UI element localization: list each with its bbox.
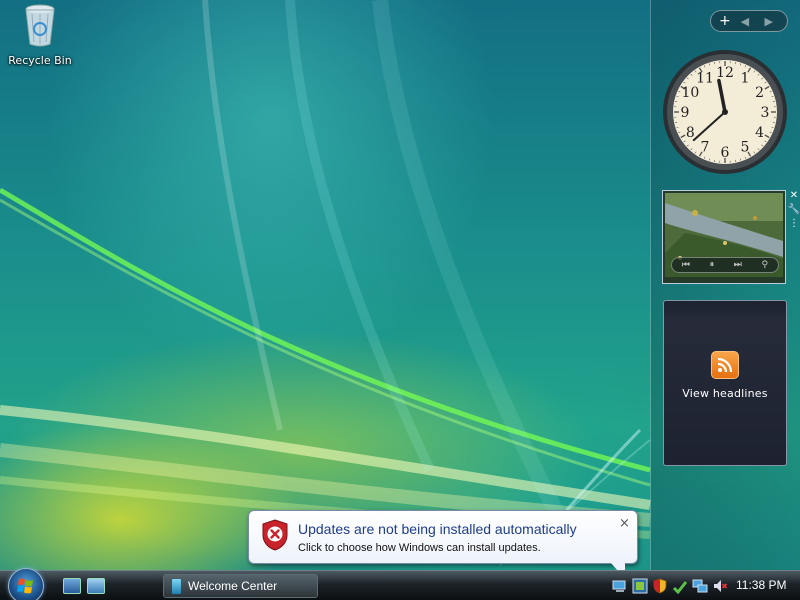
gadget-nav-arrows[interactable]: ◀ ▶ <box>741 15 779 28</box>
clock-hour-label: 5 <box>741 140 750 156</box>
clock-hour-label: 12 <box>716 65 734 81</box>
feed-headlines-gadget[interactable]: View headlines <box>663 300 787 466</box>
clock-hour-label: 8 <box>686 125 695 141</box>
windows-logo-icon <box>17 578 33 594</box>
security-alert-icon[interactable] <box>652 578 668 594</box>
computer-icon[interactable] <box>632 578 648 594</box>
taskbar-clock[interactable]: 11:38 PM <box>736 578 786 592</box>
show-desktop-icon[interactable] <box>63 578 81 594</box>
update-notification-balloon[interactable]: Updates are not being installed automati… <box>248 510 638 570</box>
clock-hour-label: 6 <box>721 145 730 161</box>
clock-hour-label: 10 <box>681 85 699 101</box>
view-icon[interactable]: ⚲ <box>762 260 769 270</box>
desktop-icon-recycle-bin[interactable]: Recycle Bin <box>4 2 76 67</box>
taskbar: Welcome Center 11:38 PM <box>0 568 800 600</box>
desktop-background[interactable]: Recycle Bin + ◀ ▶ 12 1 2 3 4 5 6 7 8 9 10 11 ⏮ ⏸ ⏭ … <box>0 0 800 570</box>
welcome-center-icon <box>172 578 181 594</box>
rss-icon <box>711 351 739 379</box>
sidebar-controls: + ◀ ▶ <box>710 10 788 32</box>
quick-launch-bar <box>63 578 105 594</box>
clock-hour-label: 7 <box>701 140 710 156</box>
wrench-icon[interactable]: 🔧 <box>788 204 800 215</box>
clock-hour-label: 4 <box>755 125 764 141</box>
view-headlines-link[interactable]: View headlines <box>664 387 786 400</box>
previous-icon[interactable]: ⏮ <box>682 260 690 270</box>
gadget-toolbar: ✕ 🔧 ⋮ <box>788 190 800 229</box>
balloon-tail <box>611 563 625 570</box>
clock-gadget[interactable]: 12 12 3 45678 9 1011 <box>661 48 789 176</box>
notification-title: Updates are not being installed automati… <box>298 521 577 537</box>
clock-hour-label: 9 <box>681 105 690 121</box>
slideshow-gadget[interactable]: ⏮ ⏸ ⏭ ⚲ <box>662 190 786 284</box>
notification-message: Click to choose how Windows can install … <box>298 542 541 554</box>
taskbar-button-welcome-center[interactable]: Welcome Center <box>163 574 318 598</box>
clock-hour-label: 11 <box>696 70 714 86</box>
switch-windows-icon[interactable] <box>87 578 105 594</box>
taskbar-button-label: Welcome Center <box>188 579 278 593</box>
pause-icon[interactable]: ⏸ <box>710 260 715 270</box>
clock-hour-label: 1 <box>741 70 750 86</box>
shield-error-icon <box>262 519 288 551</box>
start-button[interactable] <box>8 568 44 600</box>
system-tray <box>612 576 728 596</box>
recycle-bin-icon <box>25 4 55 47</box>
slideshow-controls: ⏮ ⏸ ⏭ ⚲ <box>671 257 779 273</box>
volume-muted-icon[interactable] <box>712 578 728 594</box>
update-icon[interactable] <box>672 578 688 594</box>
next-icon[interactable]: ⏭ <box>734 260 742 270</box>
close-gadget-icon[interactable]: ✕ <box>790 190 798 201</box>
add-gadget-button[interactable]: + <box>719 13 731 29</box>
clock-hour-label: 3 <box>761 105 770 121</box>
desktop-icon-label: Recycle Bin <box>8 54 72 67</box>
network-icon[interactable] <box>612 578 628 594</box>
clock-hour-label: 2 <box>755 85 764 101</box>
network-connection-icon[interactable] <box>692 578 708 594</box>
drag-handle-icon[interactable]: ⋮ <box>789 218 799 229</box>
close-icon[interactable]: × <box>619 516 630 531</box>
